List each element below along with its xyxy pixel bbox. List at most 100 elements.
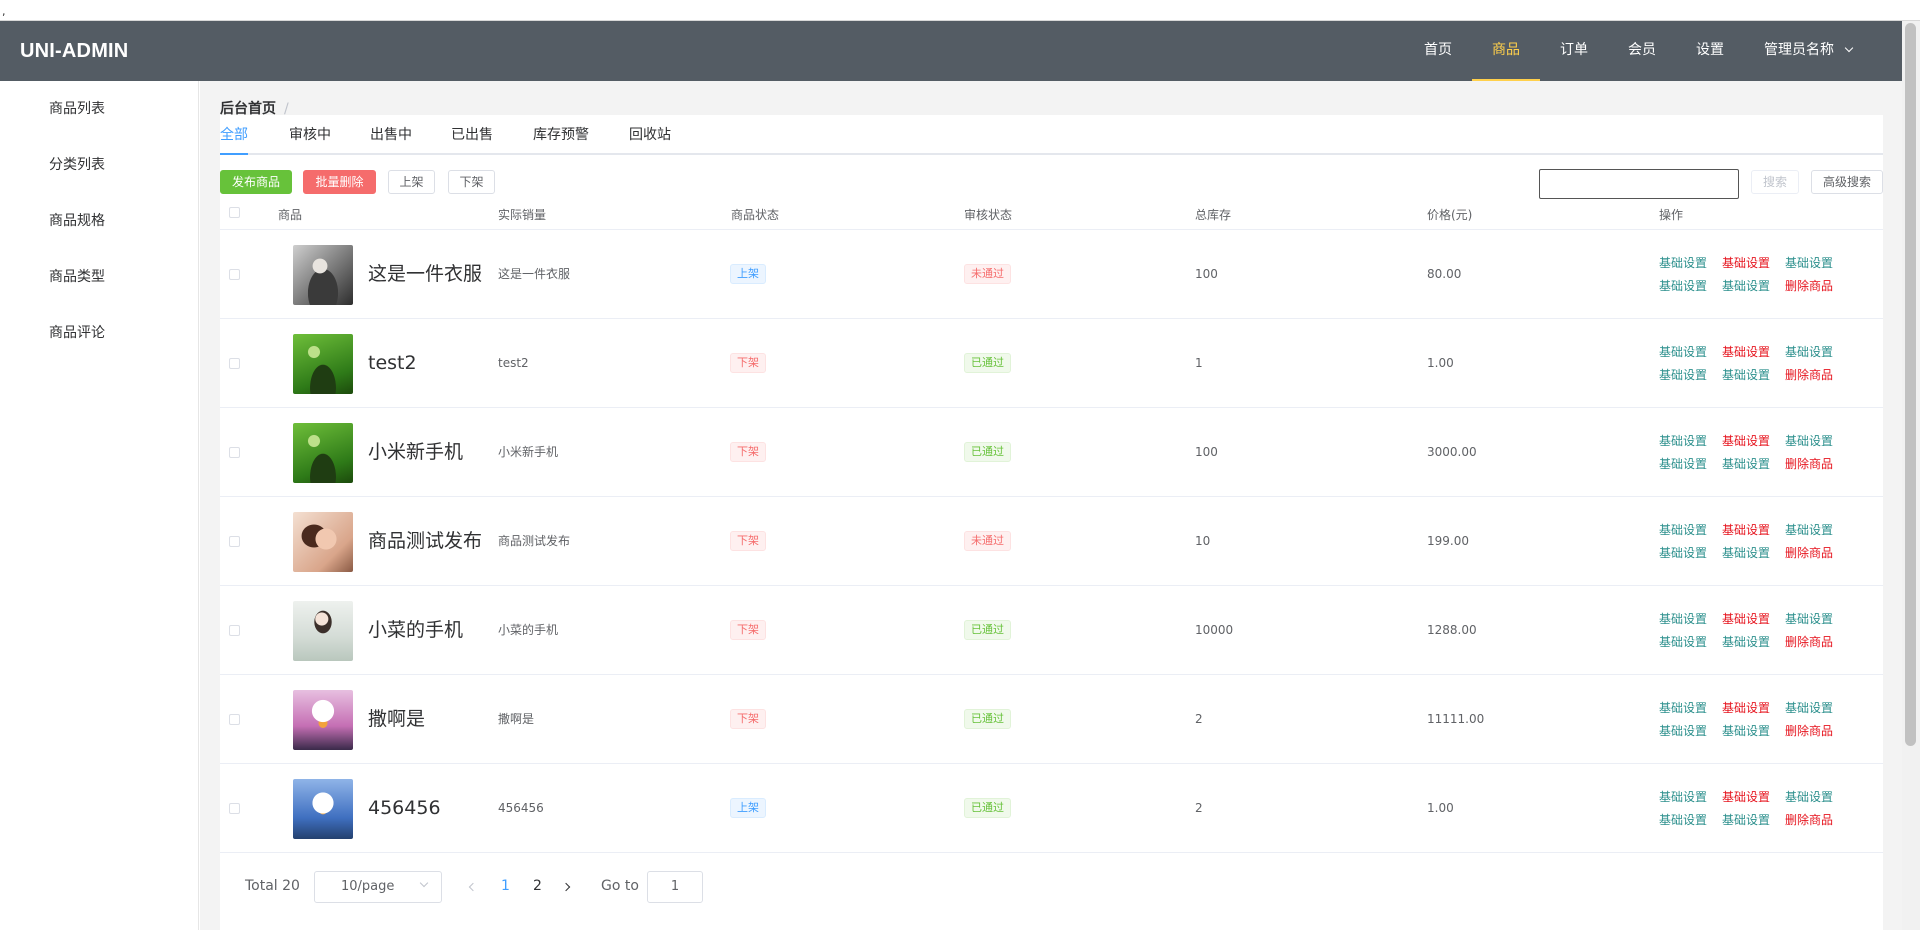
tab-stock-warning[interactable]: 库存预警 xyxy=(533,116,589,155)
scrollbar-thumb[interactable] xyxy=(1905,23,1916,746)
goods-thumbnail xyxy=(293,245,353,305)
basic-settings-link[interactable]: 基础设置 xyxy=(1659,254,1707,271)
basic-settings-link-red[interactable]: 基础设置 xyxy=(1722,521,1770,538)
basic-settings-link[interactable]: 基础设置 xyxy=(1722,811,1770,828)
basic-settings-link[interactable]: 基础设置 xyxy=(1722,544,1770,561)
delete-goods-link[interactable]: 删除商品 xyxy=(1785,366,1833,383)
basic-settings-link[interactable]: 基础设置 xyxy=(1785,699,1833,716)
goods-stock: 2 xyxy=(1195,712,1203,726)
goods-thumbnail xyxy=(293,601,353,661)
basic-settings-link[interactable]: 基础设置 xyxy=(1722,722,1770,739)
basic-settings-link-red[interactable]: 基础设置 xyxy=(1722,432,1770,449)
page-2[interactable]: 2 xyxy=(533,870,542,902)
nav-goods[interactable]: 商品 xyxy=(1472,21,1540,81)
top-nav: 首页 商品 订单 会员 设置 管理员名称 xyxy=(1404,21,1872,81)
basic-settings-link-red[interactable]: 基础设置 xyxy=(1722,254,1770,271)
tab-on-sale[interactable]: 出售中 xyxy=(370,116,412,155)
batch-delete-button[interactable]: 批量删除 xyxy=(303,170,376,194)
stray-mark: , xyxy=(2,5,6,18)
delete-goods-link[interactable]: 删除商品 xyxy=(1785,455,1833,472)
row-checkbox[interactable] xyxy=(229,625,240,636)
basic-settings-link[interactable]: 基础设置 xyxy=(1785,432,1833,449)
search-button[interactable]: 搜索 xyxy=(1751,170,1799,194)
basic-settings-link[interactable]: 基础设置 xyxy=(1659,277,1707,294)
basic-settings-link[interactable]: 基础设置 xyxy=(1659,811,1707,828)
basic-settings-link[interactable]: 基础设置 xyxy=(1659,633,1707,650)
tab-reviewing[interactable]: 审核中 xyxy=(289,116,331,155)
basic-settings-link-red[interactable]: 基础设置 xyxy=(1722,610,1770,627)
basic-settings-link[interactable]: 基础设置 xyxy=(1659,699,1707,716)
basic-settings-link[interactable]: 基础设置 xyxy=(1722,366,1770,383)
delete-goods-link[interactable]: 删除商品 xyxy=(1785,277,1833,294)
row-checkbox[interactable] xyxy=(229,803,240,814)
basic-settings-link[interactable]: 基础设置 xyxy=(1722,455,1770,472)
basic-settings-link[interactable]: 基础设置 xyxy=(1785,254,1833,271)
status-tabs: 全部 审核中 出售中 已出售 库存预警 回收站 xyxy=(220,116,1883,155)
basic-settings-link[interactable]: 基础设置 xyxy=(1659,432,1707,449)
table-row: test2 test2 下架 已通过 1 1.00 基础设置 基础设置 基础设置 基础设置 基础设置… xyxy=(220,319,1883,408)
basic-settings-link[interactable]: 基础设置 xyxy=(1785,521,1833,538)
row-checkbox[interactable] xyxy=(229,358,240,369)
sidebar-item-goods-type[interactable]: 商品类型 xyxy=(0,249,198,305)
basic-settings-link[interactable]: 基础设置 xyxy=(1659,521,1707,538)
sidebar-item-goods-spec[interactable]: 商品规格 xyxy=(0,193,198,249)
tab-recycle-bin[interactable]: 回收站 xyxy=(629,116,671,155)
basic-settings-link[interactable]: 基础设置 xyxy=(1659,544,1707,561)
select-all-checkbox[interactable] xyxy=(229,207,240,218)
goods-stock: 10 xyxy=(1195,534,1211,548)
sidebar-item-goods-list[interactable]: 商品列表 xyxy=(0,81,198,137)
row-checkbox[interactable] xyxy=(229,269,240,280)
basic-settings-link-red[interactable]: 基础设置 xyxy=(1722,699,1770,716)
basic-settings-link-red[interactable]: 基础设置 xyxy=(1722,788,1770,805)
goods-price: 1288.00 xyxy=(1427,623,1477,637)
basic-settings-link[interactable]: 基础设置 xyxy=(1659,366,1707,383)
nav-settings[interactable]: 设置 xyxy=(1676,21,1744,81)
basic-settings-link[interactable]: 基础设置 xyxy=(1659,722,1707,739)
basic-settings-link[interactable]: 基础设置 xyxy=(1785,788,1833,805)
off-shelf-button[interactable]: 下架 xyxy=(448,170,495,194)
on-shelf-button[interactable]: 上架 xyxy=(388,170,435,194)
page-size-select[interactable]: 10/page xyxy=(314,871,442,903)
publish-goods-button[interactable]: 发布商品 xyxy=(220,170,292,194)
sidebar-item-goods-comments[interactable]: 商品评论 xyxy=(0,305,198,361)
basic-settings-link[interactable]: 基础设置 xyxy=(1722,277,1770,294)
goto-page-input[interactable]: 1 xyxy=(647,871,703,903)
delete-goods-link[interactable]: 删除商品 xyxy=(1785,811,1833,828)
user-menu[interactable]: 管理员名称 xyxy=(1744,21,1872,81)
basic-settings-link[interactable]: 基础设置 xyxy=(1659,343,1707,360)
basic-settings-link[interactable]: 基础设置 xyxy=(1659,788,1707,805)
basic-settings-link-red[interactable]: 基础设置 xyxy=(1722,343,1770,360)
nav-orders[interactable]: 订单 xyxy=(1540,21,1608,81)
prev-page-button[interactable] xyxy=(468,870,478,902)
basic-settings-link[interactable]: 基础设置 xyxy=(1659,610,1707,627)
row-checkbox[interactable] xyxy=(229,447,240,458)
sidebar-item-category-list[interactable]: 分类列表 xyxy=(0,137,198,193)
row-checkbox[interactable] xyxy=(229,714,240,725)
advanced-search-button[interactable]: 高级搜索 xyxy=(1811,170,1883,194)
goods-stock: 10000 xyxy=(1195,623,1234,637)
goods-name: 小米新手机 xyxy=(368,441,464,463)
goods-sales: 456456 xyxy=(498,801,544,815)
tab-sold[interactable]: 已出售 xyxy=(451,116,493,155)
basic-settings-link[interactable]: 基础设置 xyxy=(1785,343,1833,360)
nav-members[interactable]: 会员 xyxy=(1608,21,1676,81)
basic-settings-link[interactable]: 基础设置 xyxy=(1722,633,1770,650)
goods-stock: 100 xyxy=(1195,445,1218,459)
audit-status-tag: 已通过 xyxy=(964,798,1011,818)
chevron-left-icon xyxy=(468,882,478,892)
basic-settings-link[interactable]: 基础设置 xyxy=(1659,455,1707,472)
goods-name: 小菜的手机 xyxy=(368,619,464,641)
nav-home[interactable]: 首页 xyxy=(1404,21,1472,81)
row-checkbox[interactable] xyxy=(229,536,240,547)
basic-settings-link[interactable]: 基础设置 xyxy=(1785,610,1833,627)
next-page-button[interactable] xyxy=(561,870,571,902)
delete-goods-link[interactable]: 删除商品 xyxy=(1785,544,1833,561)
chevron-right-icon xyxy=(561,882,571,892)
page-1[interactable]: 1 xyxy=(501,870,510,902)
search-input[interactable] xyxy=(1539,169,1739,199)
goods-status-tag: 上架 xyxy=(730,798,766,818)
delete-goods-link[interactable]: 删除商品 xyxy=(1785,722,1833,739)
delete-goods-link[interactable]: 删除商品 xyxy=(1785,633,1833,650)
tab-all[interactable]: 全部 xyxy=(220,116,248,155)
app-logo: UNI-ADMIN xyxy=(20,40,129,62)
